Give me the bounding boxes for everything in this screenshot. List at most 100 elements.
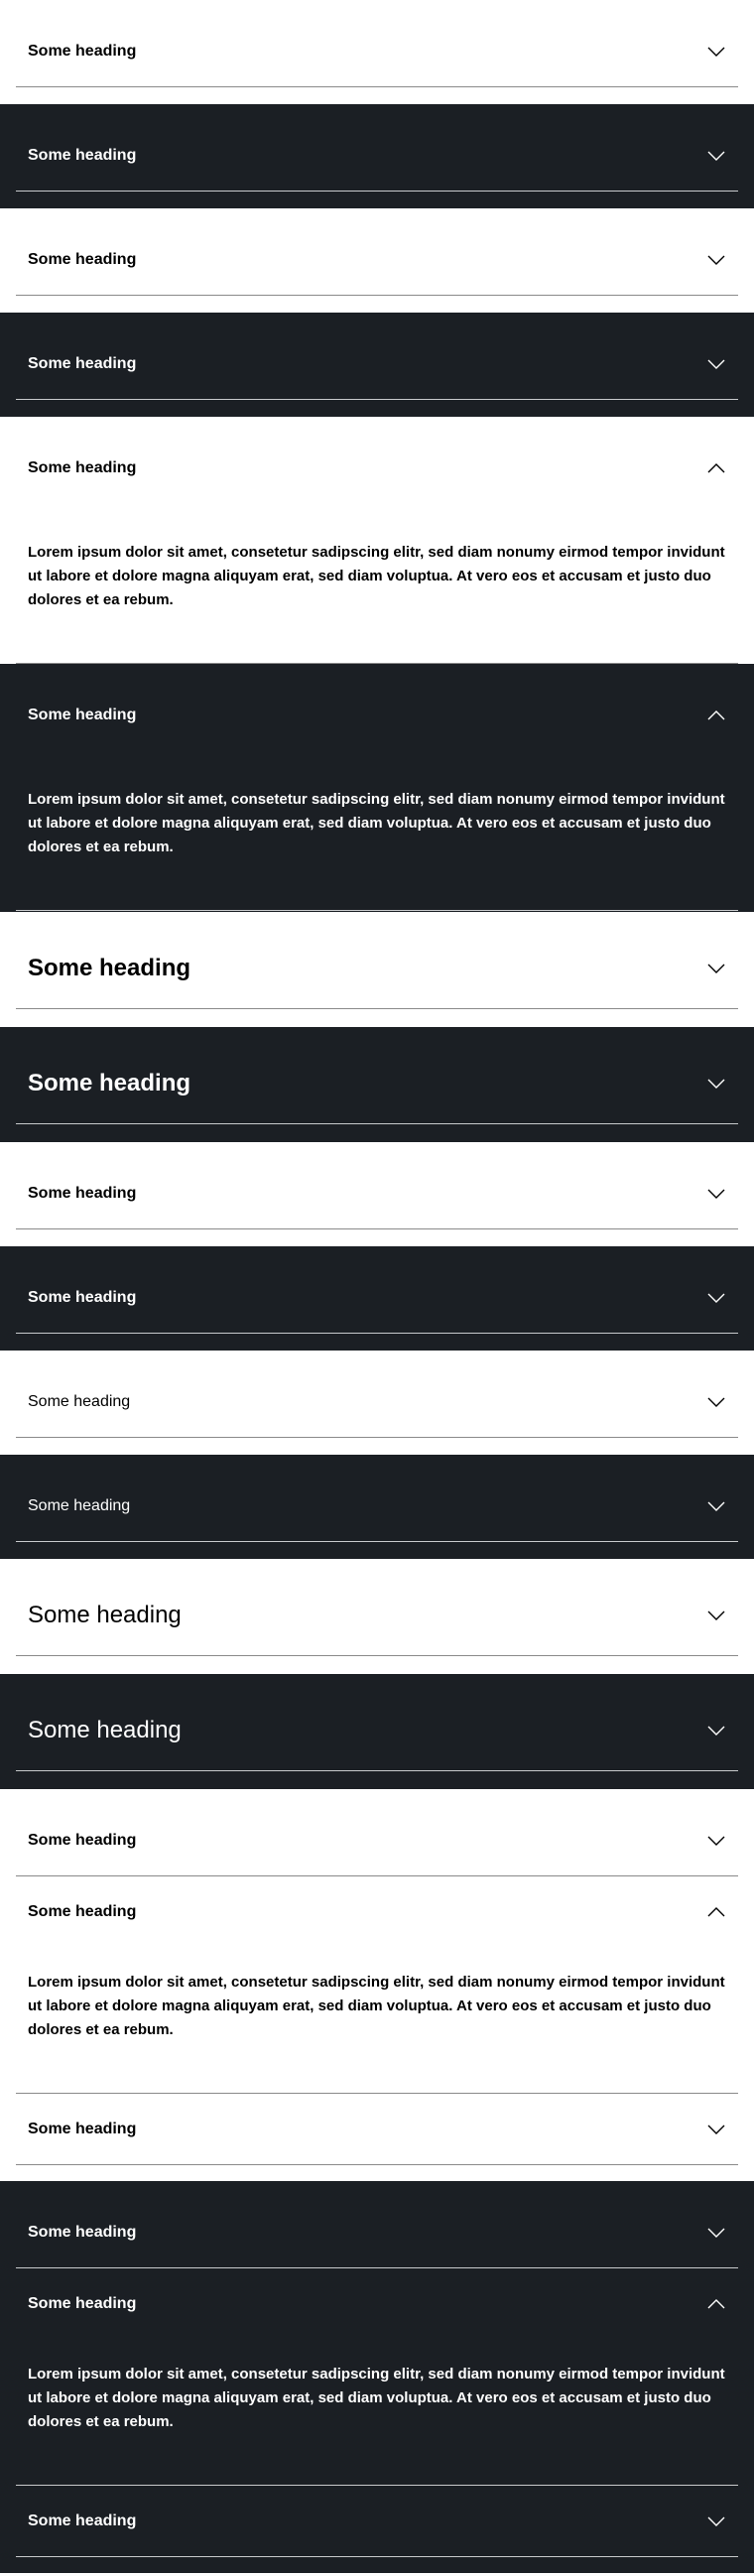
accordion-heading: Some heading bbox=[28, 2295, 137, 2312]
accordion-heading: Some heading bbox=[28, 1832, 137, 1849]
accordion-item: Some heading bbox=[16, 224, 738, 296]
accordion-dark-large-thin: Some heading bbox=[0, 1674, 754, 1789]
accordion-dark-open: Some heading Lorem ipsum dolor sit amet,… bbox=[0, 664, 754, 912]
accordion-heading: Some heading bbox=[28, 355, 137, 372]
accordion-heading: Some heading bbox=[28, 459, 137, 476]
accordion-heading: Some heading bbox=[28, 2121, 137, 2137]
accordion-heading: Some heading bbox=[28, 1070, 191, 1096]
accordion-group-light: Some heading Some heading Lorem ipsum do… bbox=[0, 1789, 754, 2181]
accordion-light-1: Some heading bbox=[0, 0, 754, 104]
accordion-item: Some heading bbox=[16, 2486, 738, 2557]
accordion-header[interactable]: Some heading bbox=[16, 2197, 738, 2268]
accordion-dark-3: Some heading bbox=[0, 1246, 754, 1351]
chevron-down-icon bbox=[707, 2125, 725, 2134]
accordion-heading: Some heading bbox=[28, 2512, 137, 2529]
accordion-item: Some heading Lorem ipsum dolor sit amet,… bbox=[16, 680, 738, 911]
accordion-heading: Some heading bbox=[28, 955, 191, 981]
accordion-item: Some heading bbox=[16, 1805, 738, 1876]
accordion-item: Some heading bbox=[16, 328, 738, 400]
chevron-down-icon bbox=[707, 1726, 725, 1736]
accordion-header[interactable]: Some heading bbox=[16, 1471, 738, 1542]
accordion-item: Some heading Lorem ipsum dolor sit amet,… bbox=[16, 433, 738, 664]
chevron-down-icon bbox=[707, 1610, 725, 1620]
accordion-light-2: Some heading bbox=[0, 208, 754, 313]
accordion-content: Lorem ipsum dolor sit amet, consetetur s… bbox=[28, 791, 725, 855]
accordion-header[interactable]: Some heading bbox=[16, 328, 738, 400]
accordion-header[interactable]: Some heading bbox=[16, 1876, 738, 1948]
accordion-header[interactable]: Some heading bbox=[16, 680, 738, 751]
accordion-light-large-thin: Some heading bbox=[0, 1559, 754, 1674]
accordion-item: Some heading bbox=[16, 1158, 738, 1229]
accordion-light-large: Some heading bbox=[0, 912, 754, 1027]
accordion-header[interactable]: Some heading bbox=[16, 2268, 738, 2340]
chevron-down-icon bbox=[707, 2516, 725, 2526]
accordion-item: Some heading bbox=[16, 928, 738, 1009]
accordion-header[interactable]: Some heading bbox=[16, 1690, 738, 1771]
accordion-item: Some heading bbox=[16, 16, 738, 87]
accordion-heading: Some heading bbox=[28, 251, 137, 268]
accordion-item: Some heading bbox=[16, 2094, 738, 2165]
accordion-heading: Some heading bbox=[28, 1185, 137, 1202]
accordion-item: Some heading bbox=[16, 1690, 738, 1771]
accordion-item: Some heading bbox=[16, 2197, 738, 2268]
accordion-heading: Some heading bbox=[28, 2224, 137, 2241]
accordion-dark-2: Some heading bbox=[0, 313, 754, 417]
accordion-header[interactable]: Some heading bbox=[16, 2486, 738, 2557]
accordion-content: Lorem ipsum dolor sit amet, consetetur s… bbox=[28, 2366, 725, 2430]
accordion-dark-large: Some heading bbox=[0, 1027, 754, 1142]
accordion-dark-thin: Some heading bbox=[0, 1455, 754, 1559]
accordion-heading: Some heading bbox=[28, 707, 137, 723]
chevron-up-icon bbox=[707, 710, 725, 720]
accordion-content: Lorem ipsum dolor sit amet, consetetur s… bbox=[28, 1974, 725, 2038]
accordion-item: Some heading bbox=[16, 1575, 738, 1656]
accordion-item: Some heading bbox=[16, 1262, 738, 1334]
accordion-header[interactable]: Some heading bbox=[16, 928, 738, 1009]
accordion-header[interactable]: Some heading bbox=[16, 1575, 738, 1656]
chevron-up-icon bbox=[707, 1907, 725, 1917]
accordion-item: Some heading bbox=[16, 1043, 738, 1124]
accordion-heading: Some heading bbox=[28, 1393, 131, 1410]
accordion-item: Some heading bbox=[16, 1366, 738, 1438]
accordion-light-3: Some heading bbox=[0, 1142, 754, 1246]
accordion-item: Some heading bbox=[16, 120, 738, 192]
accordion-heading: Some heading bbox=[28, 1497, 131, 1514]
accordion-group-dark: Some heading Some heading Lorem ipsum do… bbox=[0, 2181, 754, 2573]
chevron-down-icon bbox=[707, 2228, 725, 2238]
accordion-header[interactable]: Some heading bbox=[16, 1805, 738, 1876]
chevron-down-icon bbox=[707, 359, 725, 369]
accordion-heading: Some heading bbox=[28, 1903, 137, 1920]
accordion-heading: Some heading bbox=[28, 1602, 182, 1628]
accordion-light-thin: Some heading bbox=[0, 1351, 754, 1455]
chevron-down-icon bbox=[707, 1836, 725, 1846]
chevron-down-icon bbox=[707, 1189, 725, 1199]
chevron-down-icon bbox=[707, 1293, 725, 1303]
accordion-header[interactable]: Some heading bbox=[16, 2094, 738, 2165]
accordion-header[interactable]: Some heading bbox=[16, 1158, 738, 1229]
chevron-down-icon bbox=[707, 151, 725, 161]
accordion-header[interactable]: Some heading bbox=[16, 1262, 738, 1334]
accordion-heading: Some heading bbox=[28, 147, 137, 164]
accordion-header[interactable]: Some heading bbox=[16, 1366, 738, 1438]
chevron-up-icon bbox=[707, 463, 725, 473]
accordion-heading: Some heading bbox=[28, 43, 137, 60]
accordion-item: Some heading Lorem ipsum dolor sit amet,… bbox=[16, 1876, 738, 2094]
accordion-heading: Some heading bbox=[28, 1289, 137, 1306]
chevron-down-icon bbox=[707, 964, 725, 973]
accordion-item: Some heading bbox=[16, 1471, 738, 1542]
accordion-content: Lorem ipsum dolor sit amet, consetetur s… bbox=[28, 544, 725, 608]
accordion-header[interactable]: Some heading bbox=[16, 1043, 738, 1124]
accordion-light-open: Some heading Lorem ipsum dolor sit amet,… bbox=[0, 417, 754, 664]
chevron-down-icon bbox=[707, 255, 725, 265]
accordion-header[interactable]: Some heading bbox=[16, 433, 738, 504]
chevron-up-icon bbox=[707, 2299, 725, 2309]
chevron-down-icon bbox=[707, 1397, 725, 1407]
chevron-down-icon bbox=[707, 47, 725, 57]
chevron-down-icon bbox=[707, 1501, 725, 1511]
chevron-down-icon bbox=[707, 1079, 725, 1089]
accordion-header[interactable]: Some heading bbox=[16, 16, 738, 87]
accordion-dark-1: Some heading bbox=[0, 104, 754, 208]
accordion-item: Some heading Lorem ipsum dolor sit amet,… bbox=[16, 2268, 738, 2486]
accordion-heading: Some heading bbox=[28, 1717, 182, 1743]
accordion-header[interactable]: Some heading bbox=[16, 224, 738, 296]
accordion-header[interactable]: Some heading bbox=[16, 120, 738, 192]
